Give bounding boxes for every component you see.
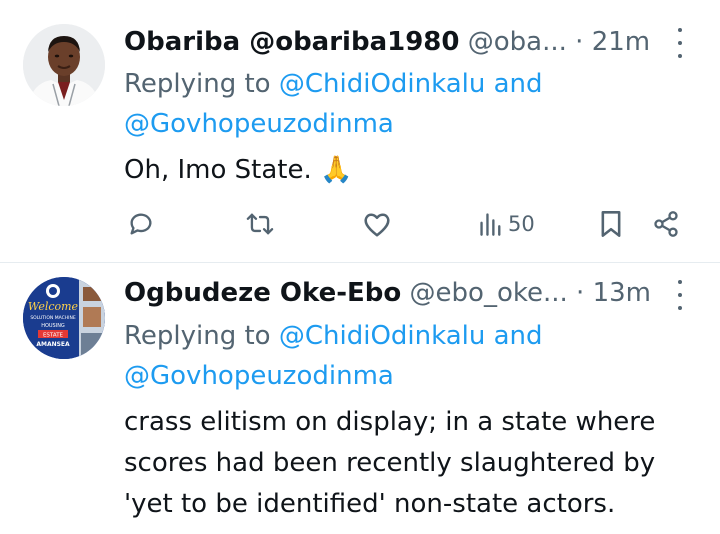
mention-and: and [493, 69, 543, 99]
display-name[interactable]: Obariba @obariba1980 [124, 27, 459, 57]
tweet-text-line: crass elitism on display; in a state whe… [124, 407, 656, 437]
display-name[interactable]: Ogbudeze Oke-Ebo [124, 278, 401, 308]
action-bar: 50 [0, 202, 720, 246]
like-button[interactable] [362, 209, 392, 239]
heart-icon [364, 213, 390, 237]
tweet-text-line: scores had been recently slaughtered by [124, 448, 656, 478]
mention-link[interactable]: @ChidiOdinkalu [279, 321, 486, 351]
views-count: 50 [508, 212, 535, 236]
share-icon [654, 211, 678, 237]
views-chart-icon [480, 213, 501, 236]
reply-icon [130, 213, 152, 235]
bookmark-button[interactable] [599, 209, 623, 239]
mention-link[interactable]: @ChidiOdinkalu [279, 69, 486, 99]
avatar[interactable]: Welcome SOLUTION MACHINE HOUSING ESTATE … [23, 277, 105, 359]
replying-to-line-2: @Govhopeuzodinma [124, 356, 394, 396]
replying-to-label: Replying to [124, 321, 271, 351]
tweet-text-line: 'yet to be identified' non-state actors. [124, 489, 616, 519]
more-options-icon[interactable] [674, 28, 686, 58]
share-button[interactable] [652, 209, 680, 239]
retweet-button[interactable] [245, 209, 275, 239]
replying-to-line: Replying to @ChidiOdinkalu and [124, 316, 543, 356]
views-button[interactable]: 50 [478, 209, 535, 239]
separator-dot: · [576, 278, 585, 308]
tweet-2[interactable]: Welcome SOLUTION MACHINE HOUSING ESTATE … [0, 263, 720, 534]
tweet-1[interactable]: Obariba @obariba1980 @oba... · 21m Reply… [0, 0, 720, 262]
tweet-header: Ogbudeze Oke-Ebo @ebo_oke... · 13m [124, 275, 664, 311]
user-handle[interactable]: @ebo_oke... [410, 278, 568, 308]
separator-dot: · [575, 27, 584, 57]
retweet-icon [246, 213, 274, 235]
tweet-text-line: Oh, Imo State. [124, 155, 312, 185]
timestamp[interactable]: 13m [593, 278, 651, 308]
praying-hands-emoji: 🙏 [320, 155, 353, 185]
mention-and: and [493, 321, 543, 351]
mention-link[interactable]: @Govhopeuzodinma [124, 361, 394, 391]
timestamp[interactable]: 21m [592, 27, 650, 57]
avatar-lettering-line: AMANSEA [36, 341, 70, 348]
avatar[interactable] [23, 24, 105, 106]
avatar-lettering-welcome: Welcome [28, 300, 79, 313]
tweet-header: Obariba @obariba1980 @oba... · 21m [124, 24, 664, 60]
replying-to-line: Replying to @ChidiOdinkalu and [124, 64, 543, 104]
mention-link[interactable]: @Govhopeuzodinma [124, 109, 394, 139]
tweet-text: Oh, Imo State. 🙏 [124, 150, 352, 190]
bookmark-icon [601, 211, 621, 237]
user-handle[interactable]: @oba... [468, 27, 567, 57]
replying-to-line-2: @Govhopeuzodinma [124, 104, 394, 144]
more-options-icon[interactable] [674, 280, 686, 310]
avatar-lettering-line: HOUSING [41, 323, 65, 329]
reply-button[interactable] [127, 209, 155, 239]
avatar-lettering-line: ESTATE [43, 333, 64, 339]
replying-to-label: Replying to [124, 69, 271, 99]
avatar-lettering-line: SOLUTION MACHINE [30, 315, 75, 321]
